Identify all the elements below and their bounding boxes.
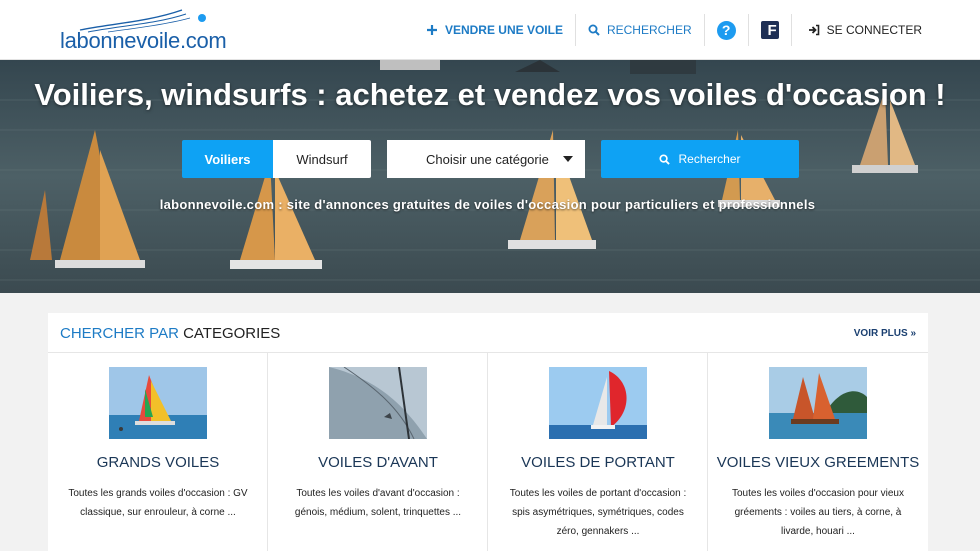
categories-panel: CHERCHER PAR CATEGORIES VOIR PLUS » GRAN… <box>48 313 928 551</box>
plus-icon <box>426 24 438 36</box>
categories-title-accent: CHERCHER PAR <box>60 325 179 342</box>
category-title: VOILES VIEUX GREEMENTS <box>716 454 920 471</box>
sell-sail-label: VENDRE UNE VOILE <box>444 23 563 37</box>
categories-header: CHERCHER PAR CATEGORIES VOIR PLUS » <box>48 313 928 353</box>
category-title: GRANDS VOILES <box>96 454 220 471</box>
category-card-voiles-de-portant[interactable]: VOILES DE PORTANT Toutes les voiles de p… <box>488 353 708 551</box>
help-icon: ? <box>716 20 736 40</box>
headsail-image <box>329 367 427 439</box>
search-icon <box>659 153 671 165</box>
categories-title: CHERCHER PAR CATEGORIES <box>60 325 280 342</box>
hero-title: Voiliers, windsurfs : achetez et vendez … <box>34 77 946 112</box>
category-title: VOILES D'AVANT <box>318 454 438 471</box>
sign-in-icon <box>808 24 820 36</box>
category-description: Toutes les grands voiles d'occasion : GV… <box>68 488 248 518</box>
help-link[interactable]: ? <box>703 14 748 46</box>
tab-voiliers[interactable]: Voiliers <box>182 140 273 178</box>
sell-sail-link[interactable]: VENDRE UNE VOILE <box>414 14 575 46</box>
facebook-link[interactable]: f <box>747 14 791 46</box>
categories-title-rest: CATEGORIES <box>178 325 281 342</box>
category-description: Toutes les voiles d'occasion pour vieux … <box>731 488 904 537</box>
catamaran-image <box>109 367 207 439</box>
category-cards: GRANDS VOILES Toutes les grands voiles d… <box>48 353 928 551</box>
search-link[interactable]: RECHERCHER <box>574 14 704 46</box>
login-link[interactable]: SE CONNECTER <box>790 14 980 46</box>
spinnaker-image <box>549 367 647 439</box>
search-button-label: Rechercher <box>678 152 741 166</box>
hero-banner: Voiliers, windsurfs : achetez et vendez … <box>0 60 980 293</box>
tab-windsurf[interactable]: Windsurf <box>273 140 371 178</box>
category-title: VOILES DE PORTANT <box>521 454 675 471</box>
hero-subtitle: labonnevoile.com : site d'annonces gratu… <box>159 197 816 212</box>
login-label: SE CONNECTER <box>826 23 922 37</box>
search-icon <box>588 24 600 36</box>
category-card-grands-voiles[interactable]: GRANDS VOILES Toutes les grands voiles d… <box>48 353 268 551</box>
site-header: labonnevoile.com VENDRE UNE VOILE RECHER… <box>0 0 980 60</box>
site-logo[interactable]: labonnevoile.com <box>58 6 263 54</box>
logo-text: labonnevoile.com <box>60 28 227 53</box>
category-description: Toutes les voiles de portant d'occasion … <box>509 488 687 537</box>
search-link-label: RECHERCHER <box>606 23 692 37</box>
category-card-voiles-davant[interactable]: VOILES D'AVANT Toutes les voiles d'avant… <box>268 353 488 551</box>
search-button[interactable]: Rechercher <box>601 140 799 178</box>
category-select[interactable]: Choisir une catégorie <box>387 140 585 178</box>
top-nav: VENDRE UNE VOILE RECHERCHER ? f SE CONNE… <box>414 0 980 60</box>
category-card-voiles-vieux-greements[interactable]: VOILES VIEUX GREEMENTS Toutes les voiles… <box>708 353 928 551</box>
category-select-value: Choisir une catégorie <box>426 151 549 167</box>
old-rig-image <box>769 367 867 439</box>
facebook-icon: f <box>760 21 779 39</box>
caret-down-icon <box>563 156 573 162</box>
double-chevron-right-icon: » <box>910 328 916 339</box>
see-more-label: VOIR PLUS <box>853 328 908 339</box>
category-description: Toutes les voiles d'avant d'occasion : g… <box>294 488 462 518</box>
see-more-link[interactable]: VOIR PLUS » <box>854 328 916 339</box>
